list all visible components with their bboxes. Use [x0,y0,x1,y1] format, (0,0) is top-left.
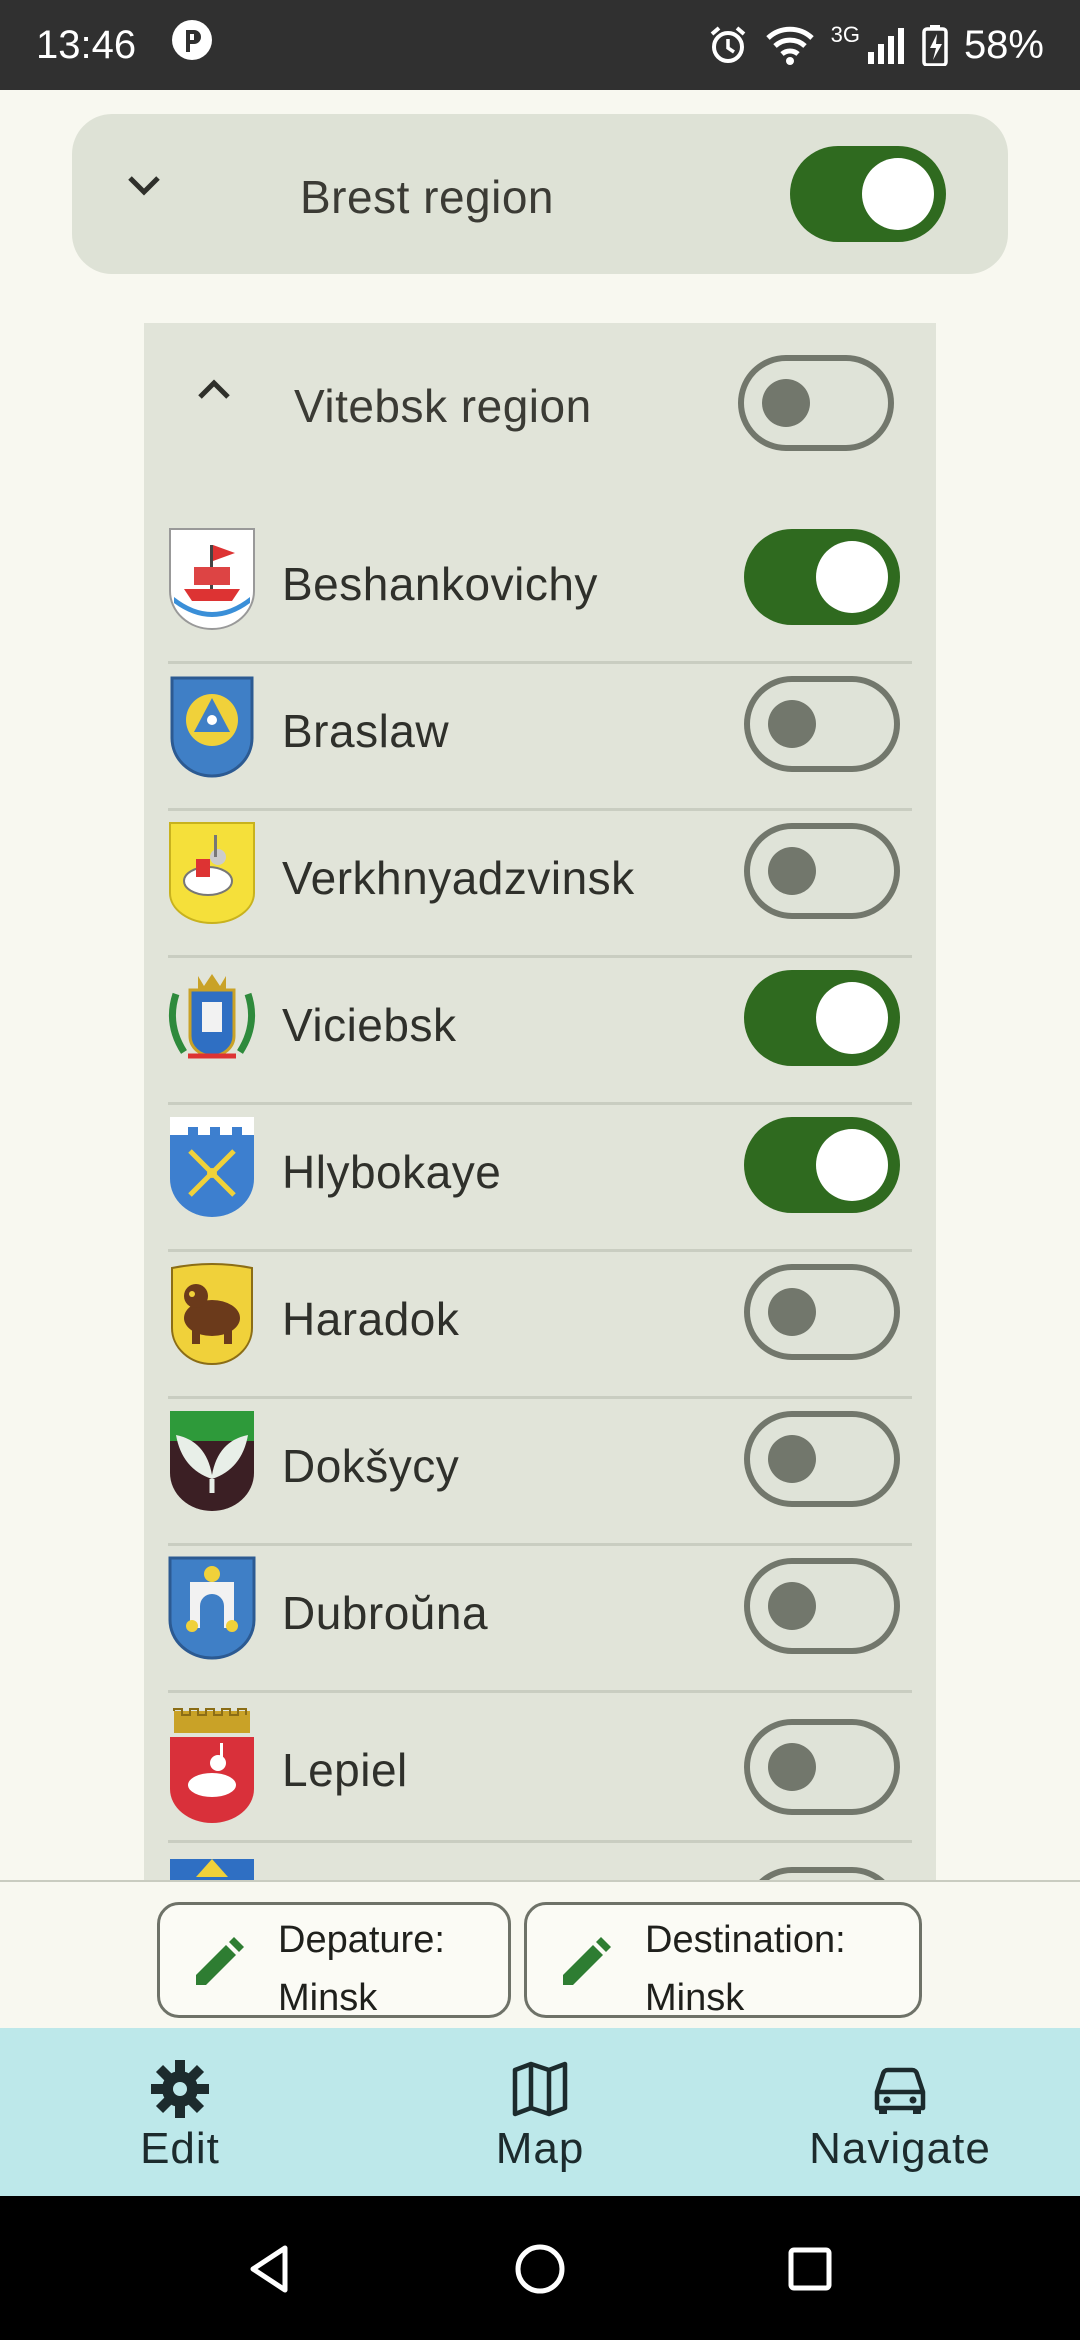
recents-icon[interactable] [785,2242,835,2296]
nav-edit-label: Edit [140,2124,220,2173]
region-toggle-vitebsk[interactable] [738,355,894,451]
doksycy-crest-icon [170,1411,254,1511]
system-navigation-bar [0,2196,1080,2340]
bottom-navigation: Edit Map Navigate [0,2028,1080,2196]
list-item[interactable]: Lepiel [168,1693,912,1843]
city-label: Verkhnyadzvinsk [282,852,635,904]
list-item[interactable]: Viciebsk [168,958,912,1105]
list-item[interactable]: Hlybokaye [168,1105,912,1252]
list-item[interactable]: Dubroŭna [168,1546,912,1693]
hlybokaye-crest-icon [170,1117,254,1217]
city-toggle-verkhnyadzvinsk[interactable] [744,823,900,919]
pencil-icon [555,1935,613,1998]
battery-percent: 58% [963,22,1044,67]
destination-value: Minsk [645,1977,745,2019]
chevron-down-icon[interactable] [124,170,164,205]
city-toggle-hlybokaye[interactable] [744,1117,900,1213]
city-label: Braslaw [282,705,450,757]
city-toggle-dubrouna[interactable] [744,1558,900,1654]
city-label: Haradok [282,1293,460,1345]
status-time: 13:46 [36,22,137,67]
city-label: Lepiel [282,1744,408,1796]
nav-map[interactable]: Map [470,2058,610,2174]
route-bar: Depature: Minsk Destination: Minsk [0,1880,1080,2028]
region-panel-vitebsk: Vitebsk region Beshankovichy Braslaw Ver… [144,323,936,1882]
destination-button[interactable]: Destination: Minsk [524,1902,922,2019]
braslaw-crest-icon [170,676,254,778]
city-label: Dubroŭna [282,1587,489,1639]
map-icon [512,2061,568,2117]
status-bar: 13:46 3G 58% [0,0,1080,90]
haradok-crest-icon [171,1263,253,1365]
region-card-brest[interactable]: Brest region [72,114,1008,274]
region-label: Vitebsk region [294,380,592,432]
city-label: Dokšycy [282,1440,460,1492]
alarm-icon [707,24,749,66]
city-toggle-doksycy[interactable] [744,1411,900,1507]
city-label: Beshankovichy [282,558,598,610]
gear-icon [151,2060,209,2118]
list-item[interactable]: Haradok [168,1252,912,1399]
list-item[interactable]: Verkhnyadzvinsk [168,811,912,958]
beshankovichy-crest-icon [169,528,255,630]
viciebsk-crest-icon [168,974,256,1059]
city-label: Viciebsk [282,999,457,1051]
wifi-icon [765,24,815,66]
departure-button[interactable]: Depature: Minsk [157,1902,511,2019]
city-label: Hlybokaye [282,1146,502,1198]
car-icon [874,2067,926,2114]
city-toggle-haradok[interactable] [744,1264,900,1360]
city-toggle-viciebsk[interactable] [744,970,900,1066]
departure-value: Minsk [278,1977,378,2019]
lepiel-crest-icon [170,1708,254,1823]
app-notification-icon [170,18,214,72]
departure-label: Depature: [278,1919,445,1961]
nav-navigate[interactable]: Navigate [790,2058,1010,2174]
region-label: Brest region [300,171,555,223]
region-toggle-brest[interactable] [790,146,946,242]
chevron-up-icon[interactable] [194,375,234,410]
city-toggle-beshankovichy[interactable] [744,529,900,625]
back-icon[interactable] [245,2242,295,2296]
list-item[interactable]: Braslaw [168,664,912,811]
list-item[interactable] [168,1843,912,1882]
battery-charging-icon [922,24,948,66]
list-item[interactable]: Dokšycy [168,1399,912,1546]
city-toggle-braslaw[interactable] [744,676,900,772]
nav-edit[interactable]: Edit [110,2058,250,2174]
home-icon[interactable] [513,2242,567,2296]
region-list[interactable]: Brest region Vitebsk region Beshankovich… [0,90,1080,1882]
city-toggle-lepiel[interactable] [744,1719,900,1815]
nav-navigate-label: Navigate [809,2124,991,2173]
dubrouna-crest-icon [168,1556,256,1660]
next-city-crest-icon [170,1859,254,1882]
list-item[interactable]: Beshankovichy [168,517,912,664]
verkhnyadzvinsk-crest-icon [169,822,255,924]
network-type-label: 3G [830,22,860,47]
nav-map-label: Map [495,2124,585,2173]
pencil-icon [188,1935,246,1998]
signal-icon [866,24,906,66]
destination-label: Destination: [645,1919,846,1961]
